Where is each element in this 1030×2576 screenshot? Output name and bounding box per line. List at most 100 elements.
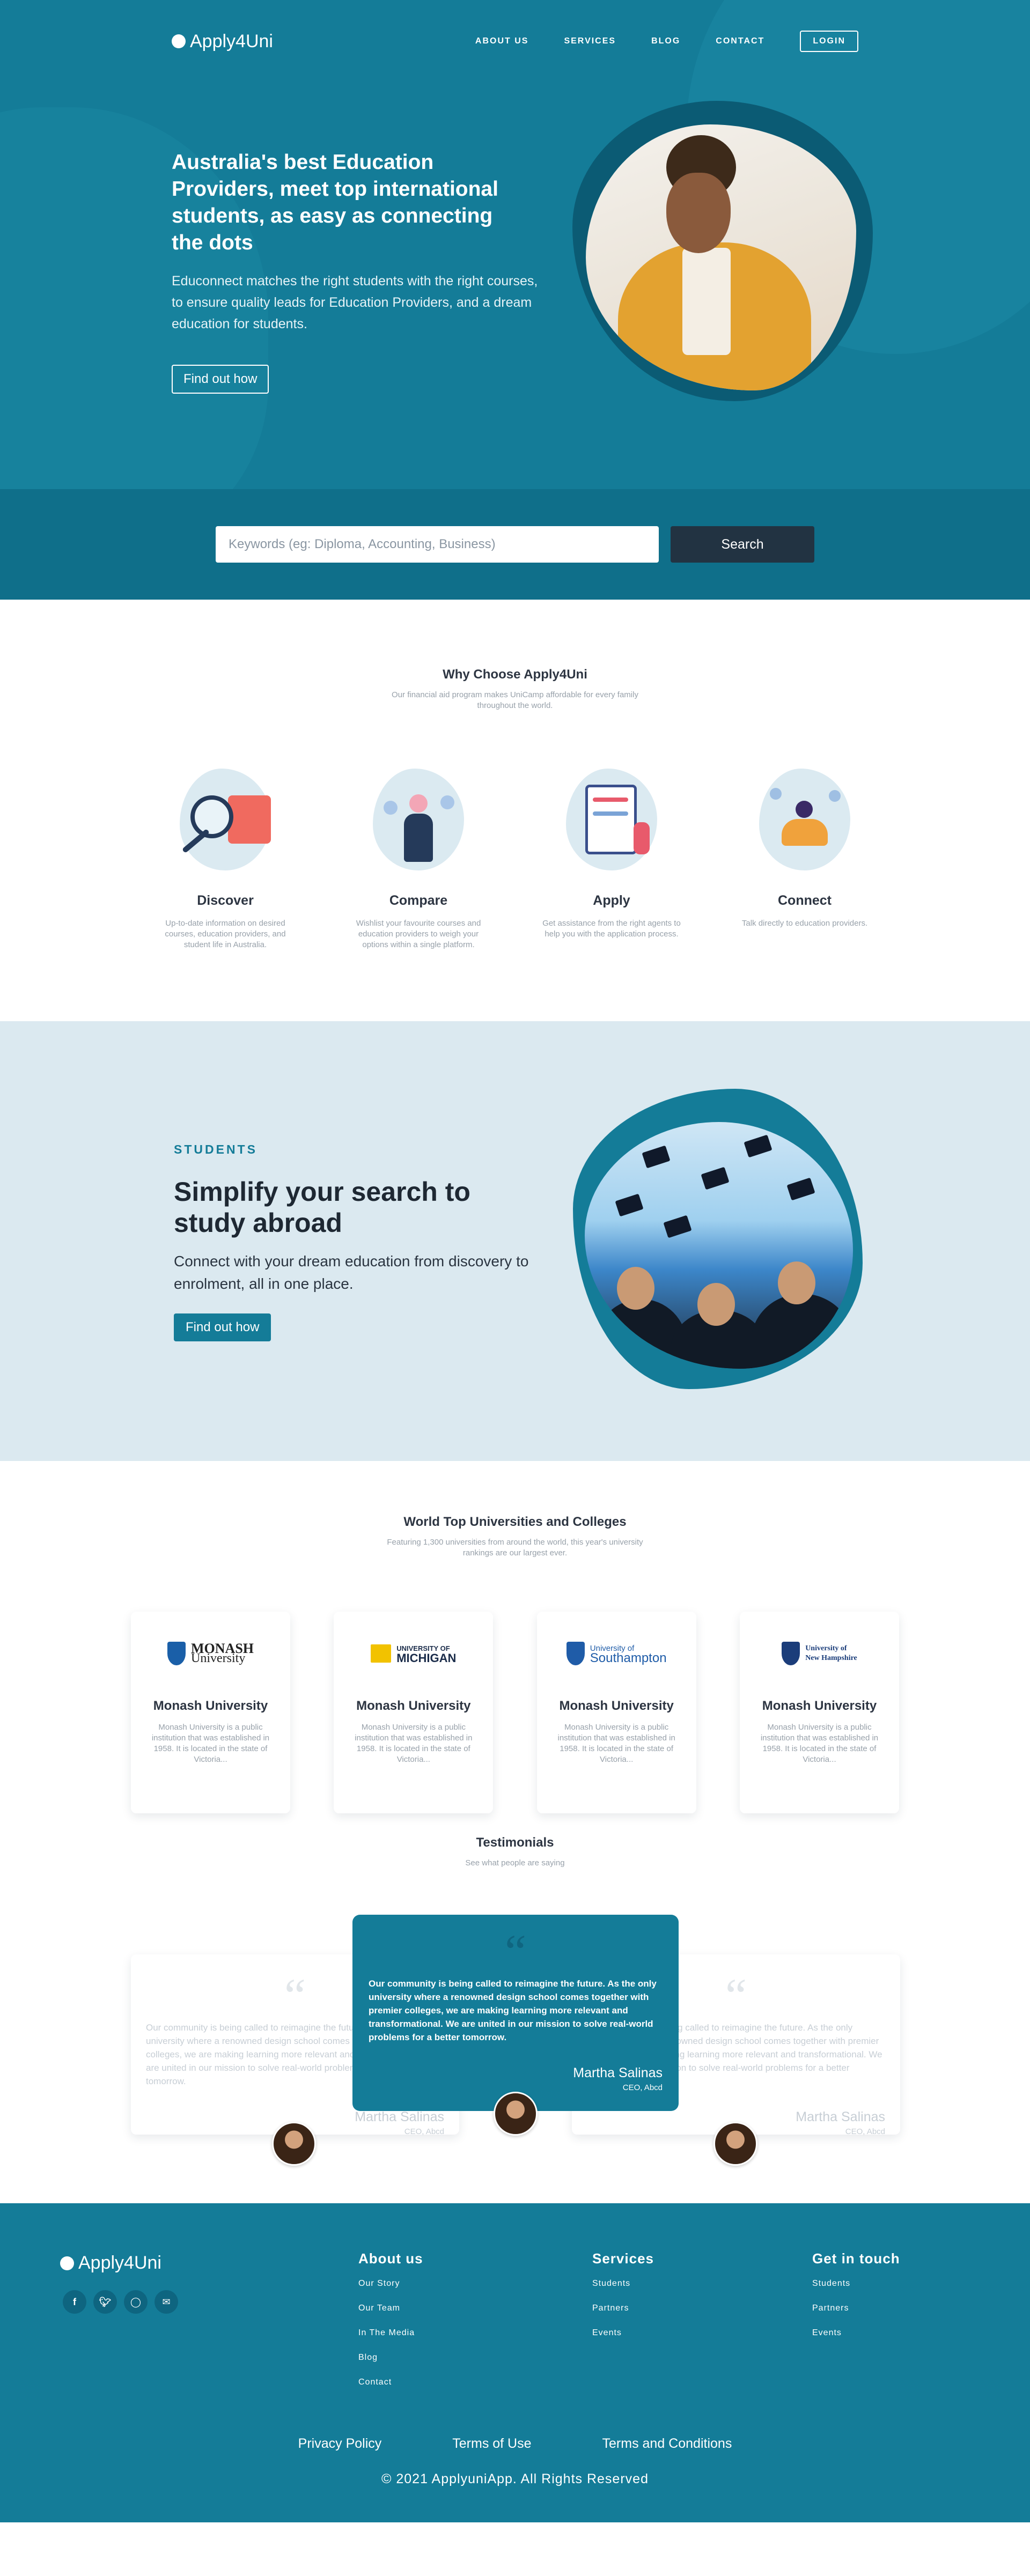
students-section: STUDENTS Simplify your search to study a… xyxy=(0,1021,1030,1461)
instagram-icon[interactable]: ◯ xyxy=(124,2290,148,2314)
feature-title: Compare xyxy=(389,893,448,908)
graduation-cap-icon xyxy=(701,1167,730,1190)
footer-column-title: About us xyxy=(358,2250,423,2267)
michigan-logo: UNIVERSITY OF MICHIGAN xyxy=(334,1636,493,1671)
facebook-icon[interactable]: f xyxy=(63,2290,86,2314)
logo-wordmark: University of New Hampshire xyxy=(805,1644,857,1663)
footer-link-events[interactable]: Events xyxy=(592,2328,622,2337)
connect-illustration xyxy=(748,763,861,876)
search-button[interactable]: Search xyxy=(671,526,814,563)
clipboard-icon xyxy=(585,785,637,854)
site-logo[interactable]: Apply4Uni xyxy=(172,31,273,52)
keyword-search-input[interactable] xyxy=(216,526,659,563)
social-links: f 🐦︎ ◯ ✉ xyxy=(63,2290,178,2314)
mail-icon[interactable]: ✉ xyxy=(154,2290,178,2314)
graduate-gown xyxy=(751,1294,853,1369)
chat-bubble-icon xyxy=(770,788,782,800)
apply-illustration xyxy=(555,763,668,876)
southampton-crest-icon xyxy=(566,1642,585,1665)
footer-link-partners[interactable]: Partners xyxy=(592,2304,629,2313)
hero-copy: Australia's best Education Providers, me… xyxy=(172,149,558,394)
monash-crest-icon xyxy=(167,1642,186,1665)
login-button[interactable]: LOGIN xyxy=(800,31,858,52)
students-find-out-how-button[interactable]: Find out how xyxy=(174,1313,271,1341)
site-footer: Apply4Uni f 🐦︎ ◯ ✉ About us Our Story Ou… xyxy=(0,2203,1030,2522)
footer-link-partners[interactable]: Partners xyxy=(812,2304,849,2313)
feature-text: Talk directly to education providers. xyxy=(741,919,868,928)
terms-of-use-link[interactable]: Terms of Use xyxy=(452,2436,531,2452)
footer-link-our-story[interactable]: Our Story xyxy=(358,2279,400,2288)
logo-line: Southampton xyxy=(590,1651,667,1665)
footer-logo[interactable]: Apply4Uni xyxy=(60,2253,161,2274)
logo-line: MICHIGAN xyxy=(396,1651,457,1665)
illustration-person-head xyxy=(796,801,813,818)
footer-link-students[interactable]: Students xyxy=(592,2279,630,2288)
hero-find-out-how-button[interactable]: Find out how xyxy=(172,365,269,394)
testimonials-subtitle: See what people are saying xyxy=(465,1858,565,1868)
footer-link-students[interactable]: Students xyxy=(812,2279,850,2288)
testimonial-role: CEO, Abcd xyxy=(622,2083,663,2092)
feature-title: Connect xyxy=(778,893,832,908)
footer-legal-links: Privacy Policy Terms of Use Terms and Co… xyxy=(0,2436,1030,2452)
universities-title: World Top Universities and Colleges xyxy=(403,1515,627,1529)
top-navigation: Apply4Uni ABOUT US SERVICES BLOG CONTACT… xyxy=(172,28,858,55)
footer-link-list: Students Partners Events xyxy=(592,2279,654,2338)
footer-link-list: Students Partners Events xyxy=(812,2279,900,2338)
new-hampshire-crest-icon xyxy=(782,1642,800,1665)
illustration-bubble xyxy=(440,795,454,809)
photo-person-face xyxy=(666,173,731,253)
footer-link-list: Our Story Our Team In The Media Blog Con… xyxy=(358,2279,423,2387)
nav-link-contact[interactable]: CONTACT xyxy=(716,36,764,46)
university-card[interactable]: University of New Hampshire Monash Unive… xyxy=(739,1612,899,1813)
footer-link-events[interactable]: Events xyxy=(812,2328,842,2337)
logo-line: University xyxy=(191,1651,246,1665)
nav-link-services[interactable]: SERVICES xyxy=(564,36,616,46)
logo-wordmark: UNIVERSITY OF MICHIGAN xyxy=(396,1644,457,1665)
graduate-face xyxy=(617,1267,654,1310)
university-name: Monash University xyxy=(559,1699,674,1713)
graduation-cap-icon xyxy=(615,1193,644,1217)
students-title: Simplify your search to study abroad xyxy=(174,1177,470,1238)
testimonial-card-featured[interactable]: “ Our community is being called to reima… xyxy=(352,1915,679,2111)
students-copy: STUDENTS Simplify your search to study a… xyxy=(174,1142,549,1341)
students-eyebrow: STUDENTS xyxy=(174,1142,258,1156)
testimonial-avatar xyxy=(713,2122,757,2166)
nav-link-blog[interactable]: BLOG xyxy=(651,36,680,46)
footer-link-in-the-media[interactable]: In The Media xyxy=(358,2328,415,2337)
nav-link-about-us[interactable]: ABOUT US xyxy=(475,36,529,46)
logo-dot-icon xyxy=(60,2256,74,2270)
testimonial-text: Our community is being called to reimagi… xyxy=(369,1979,657,2042)
university-card[interactable]: University of Southampton Monash Univers… xyxy=(536,1612,696,1813)
footer-link-contact[interactable]: Contact xyxy=(358,2378,392,2387)
feature-connect: Connect Talk directly to education provi… xyxy=(724,763,885,950)
footer-column-about: About us Our Story Our Team In The Media… xyxy=(358,2250,423,2402)
university-description: Monash University is a public institutio… xyxy=(760,1723,879,1764)
university-card[interactable]: MONASH University Monash University Mona… xyxy=(131,1612,290,1813)
why-choose-section: Why Choose Apply4Uni Our financial aid p… xyxy=(0,600,1030,1021)
magnifier-icon xyxy=(190,795,233,838)
testimonial-author: Martha Salinas xyxy=(573,2065,663,2080)
footer-link-our-team[interactable]: Our Team xyxy=(358,2304,400,2313)
twitter-icon[interactable]: 🐦︎ xyxy=(93,2290,117,2314)
feature-text: Up-to-date information on desired course… xyxy=(165,919,286,949)
universities-section: World Top Universities and Colleges Feat… xyxy=(0,1461,1030,1835)
nav-links: ABOUT US SERVICES BLOG CONTACT LOGIN xyxy=(475,31,858,52)
privacy-policy-link[interactable]: Privacy Policy xyxy=(298,2436,382,2452)
hero-section: Apply4Uni ABOUT US SERVICES BLOG CONTACT… xyxy=(0,0,1030,489)
why-section-title: Why Choose Apply4Uni xyxy=(443,667,587,682)
university-name: Monash University xyxy=(153,1699,268,1713)
university-card[interactable]: UNIVERSITY OF MICHIGAN Monash University… xyxy=(334,1612,494,1813)
footer-column-get-in-touch: Get in touch Students Partners Events xyxy=(812,2250,900,2353)
illustration-person xyxy=(634,822,650,854)
footer-link-blog[interactable]: Blog xyxy=(358,2353,378,2362)
photo-person-shirt xyxy=(682,248,731,355)
university-description: Monash University is a public institutio… xyxy=(355,1723,473,1764)
hero-description: Educonnect matches the right students wi… xyxy=(172,274,538,331)
students-description: Connect with your dream education from d… xyxy=(174,1253,529,1292)
university-name: Monash University xyxy=(356,1699,471,1713)
feature-title: Discover xyxy=(197,893,254,908)
illustration-person-body xyxy=(782,819,828,846)
illustration-bubble xyxy=(384,801,398,815)
feature-title: Apply xyxy=(593,893,630,908)
terms-and-conditions-link[interactable]: Terms and Conditions xyxy=(602,2436,732,2452)
